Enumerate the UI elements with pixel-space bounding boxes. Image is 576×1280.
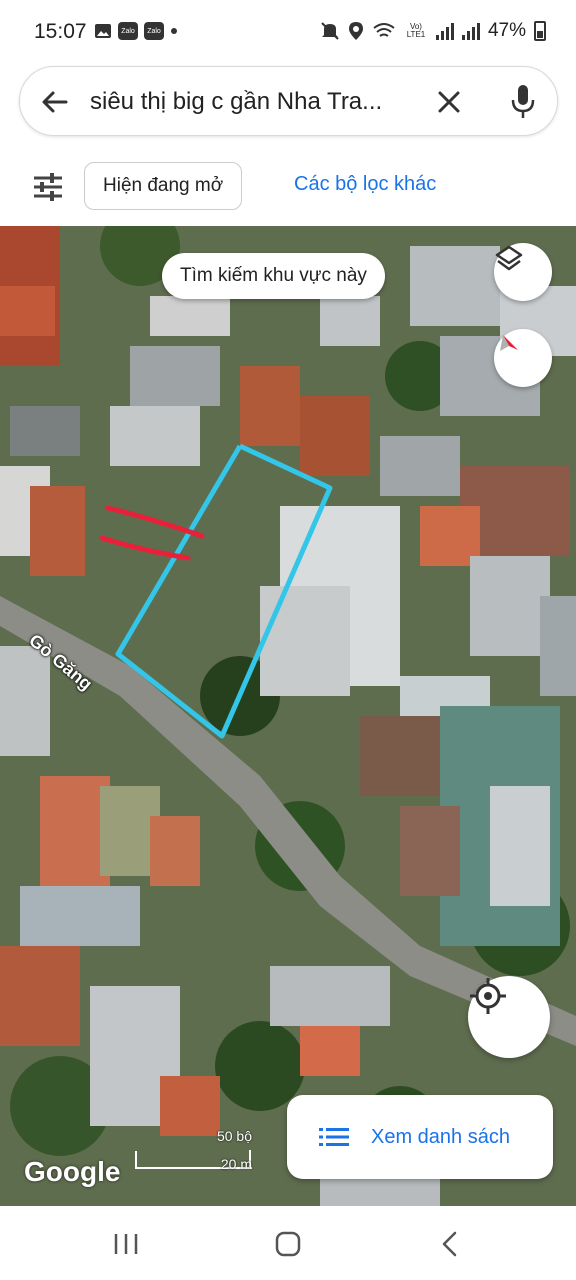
filter-row: Hiện đang mở Các bộ lọc khác	[0, 160, 576, 216]
more-filters-link[interactable]: Các bộ lọc khác	[294, 173, 436, 196]
compass-icon	[500, 335, 518, 351]
search-bar[interactable]: siêu thị big c gần Nha Tra...	[19, 66, 558, 136]
wifi-icon	[373, 23, 395, 37]
compass-button[interactable]	[494, 329, 552, 387]
location-icon	[348, 22, 363, 40]
dot-icon	[171, 28, 177, 34]
mic-icon[interactable]	[508, 83, 538, 121]
scale-imperial: 50 bộ	[216, 1128, 252, 1144]
notification-icons: Zalo Zalo	[94, 22, 178, 40]
system-icons: Vo) LTE1 47%	[320, 20, 546, 42]
signal-icon	[435, 22, 454, 40]
search-this-area-button[interactable]: Tìm kiếm khu vực này	[162, 253, 385, 299]
system-nav-bar	[0, 1206, 576, 1280]
arrow-back-icon[interactable]	[38, 85, 72, 119]
zalo-icon: Zalo	[144, 22, 164, 40]
battery-percent: 47%	[487, 20, 526, 41]
recents-icon[interactable]	[106, 1228, 146, 1260]
layers-button[interactable]	[494, 243, 552, 301]
mute-icon	[321, 22, 339, 40]
zalo-icon: Zalo	[118, 22, 138, 40]
signal-icon	[461, 22, 480, 40]
scale-metric: 20 m	[220, 1156, 252, 1172]
open-now-chip[interactable]: Hiện đang mở	[84, 162, 243, 210]
list-icon	[319, 1128, 349, 1146]
google-logo: Google	[24, 1156, 121, 1187]
status-bar: 15:07 Zalo Zalo Vo) LTE1 47%	[0, 0, 576, 64]
my-location-icon	[470, 978, 506, 1014]
home-icon[interactable]	[268, 1228, 308, 1260]
layers-icon	[495, 245, 523, 271]
my-location-button[interactable]	[468, 976, 550, 1058]
image-icon	[95, 24, 111, 38]
satellite-imagery	[0, 226, 576, 1206]
map-view[interactable]: Tìm kiếm khu vực này Gò Găng 50 bộ 20 m …	[0, 226, 576, 1206]
battery-icon	[534, 21, 546, 41]
search-header: siêu thị big c gần Nha Tra... Hiện đang …	[0, 64, 576, 226]
network-label: Vo) LTE1	[406, 22, 426, 39]
view-list-button[interactable]: Xem danh sách	[287, 1095, 553, 1179]
view-list-label: Xem danh sách	[371, 1126, 510, 1148]
map-scale: 50 bộ 20 m	[134, 1126, 254, 1176]
status-time: 15:07	[34, 20, 87, 43]
back-icon[interactable]	[430, 1228, 470, 1260]
close-icon[interactable]	[434, 87, 464, 117]
search-input[interactable]: siêu thị big c gần Nha Tra...	[90, 88, 435, 116]
tune-icon[interactable]	[32, 172, 64, 202]
